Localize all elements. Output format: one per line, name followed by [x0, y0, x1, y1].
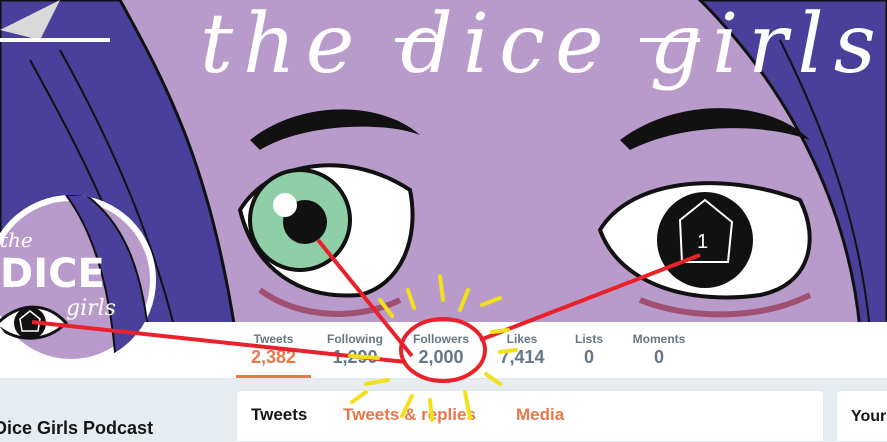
stat-tweets-label: Tweets [253, 332, 294, 346]
stat-followers-value: 2,000 [418, 347, 464, 367]
stat-followers[interactable]: Followers 2,000 [405, 322, 477, 378]
profile-name: Dice Girls Podcast [0, 418, 154, 438]
avatar-text-girls: girls [66, 296, 116, 321]
avatar-text-the: the [0, 228, 33, 252]
stat-likes[interactable]: Likes 7,414 [492, 322, 552, 378]
stat-lists-value: 0 [583, 347, 594, 367]
stat-tweets[interactable]: Tweets 2,382 [236, 322, 311, 378]
stat-moments[interactable]: Moments 0 [626, 322, 692, 378]
tab-media[interactable]: Media [516, 405, 564, 425]
stat-following-label: Following [327, 332, 383, 346]
stat-likes-value: 7,414 [499, 347, 545, 367]
avatar-text-dice: DICE [0, 251, 105, 297]
svg-text:1: 1 [697, 231, 708, 253]
stat-lists[interactable]: Lists 0 [568, 322, 610, 378]
side-card-title: Your [851, 408, 887, 425]
stat-followers-label: Followers [412, 332, 469, 346]
stat-tweets-value: 2,382 [250, 347, 297, 367]
timeline-tabs: Tweets Tweets & replies Media [236, 390, 824, 442]
stat-moments-value: 0 [653, 347, 664, 367]
tab-tweets[interactable]: Tweets [251, 405, 307, 425]
tab-tweets-and-replies[interactable]: Tweets & replies [343, 405, 476, 425]
stat-following-value: 1,290 [332, 347, 378, 367]
stat-likes-label: Likes [506, 332, 538, 346]
stat-moments-label: Moments [632, 332, 686, 346]
stat-following[interactable]: Following 1,290 [320, 322, 390, 378]
side-card: Your [836, 390, 887, 442]
stat-lists-label: Lists [574, 332, 603, 346]
banner-script-title: the dice girls [200, 0, 886, 92]
